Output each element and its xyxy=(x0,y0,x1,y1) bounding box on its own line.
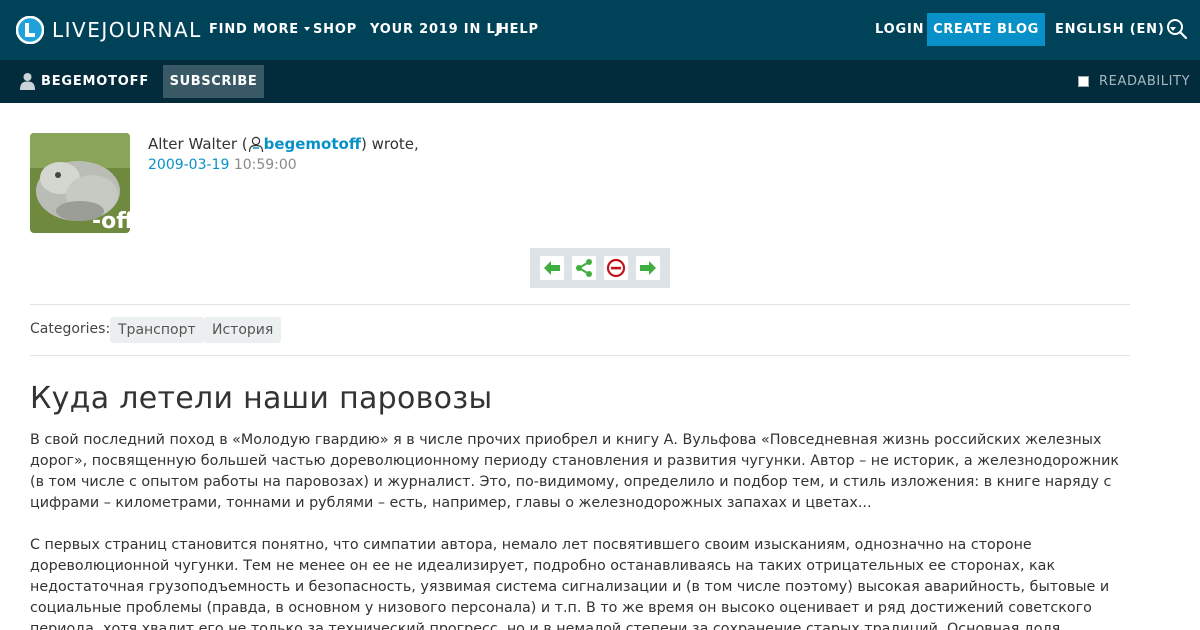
category-tag-history[interactable]: История xyxy=(204,317,282,343)
login-link[interactable]: LOGIN xyxy=(875,0,924,60)
language-label: ENGLISH (EN) xyxy=(1055,22,1165,37)
create-blog-button[interactable]: CREATE BLOG xyxy=(927,13,1045,46)
post-actions-bar xyxy=(530,248,670,288)
nav-find-more-label: FIND MORE xyxy=(209,22,299,37)
logo-text: LIVEJOURNAL xyxy=(52,18,202,42)
author-suffix: ) wrote, xyxy=(361,135,419,153)
share-button[interactable] xyxy=(572,256,596,280)
arrow-left-icon xyxy=(544,261,560,275)
author-line: Alter Walter ( begemotoff) wrote, xyxy=(148,135,419,153)
readability-checkbox[interactable] xyxy=(1078,76,1089,87)
share-icon xyxy=(576,259,592,277)
post-paragraph: С первых страниц становится понятно, что… xyxy=(30,537,1110,630)
arrow-right-icon xyxy=(640,261,656,275)
flag-button[interactable] xyxy=(604,256,628,280)
avatar-label: -off xyxy=(92,209,130,233)
journal-username[interactable]: BEGEMOTOFF xyxy=(41,60,149,103)
nav-shop[interactable]: SHOP xyxy=(313,0,357,60)
author-username-link[interactable]: begemotoff xyxy=(264,135,361,153)
post-title: Куда летели наши паровозы xyxy=(30,381,493,416)
no-entry-icon xyxy=(606,258,626,278)
post-date-link[interactable]: 2009-03-19 xyxy=(148,157,229,173)
category-tag-transport[interactable]: Транспорт xyxy=(110,317,204,343)
post-paragraph: В свой последний поход в «Молодую гварди… xyxy=(30,432,1120,511)
post-datetime: 2009-03-19 10:59:00 xyxy=(148,157,297,173)
post-time: 10:59:00 xyxy=(233,157,297,173)
livejournal-logo-icon xyxy=(15,15,45,45)
next-entry-button[interactable] xyxy=(636,256,660,280)
nav-your-2019-in-lj[interactable]: YOUR 2019 IN LJ xyxy=(370,0,501,60)
avatar[interactable]: -off xyxy=(30,133,130,233)
nav-help[interactable]: HELP xyxy=(498,0,539,60)
chevron-down-icon xyxy=(304,26,310,31)
readability-label[interactable]: READABILITY xyxy=(1099,60,1190,103)
divider xyxy=(30,355,1130,356)
categories-label: Categories: xyxy=(30,321,111,337)
previous-entry-button[interactable] xyxy=(540,256,564,280)
livejournal-logo[interactable]: LIVEJOURNAL xyxy=(15,15,202,45)
user-icon[interactable] xyxy=(248,136,264,153)
language-selector[interactable]: ENGLISH (EN) xyxy=(1055,0,1176,60)
search-icon[interactable] xyxy=(1165,17,1189,41)
author-name: Alter Walter ( xyxy=(148,135,248,153)
subscribe-button[interactable]: SUBSCRIBE xyxy=(163,65,264,98)
nav-find-more[interactable]: FIND MORE xyxy=(209,0,310,60)
user-icon xyxy=(20,72,35,90)
divider xyxy=(30,304,1130,305)
